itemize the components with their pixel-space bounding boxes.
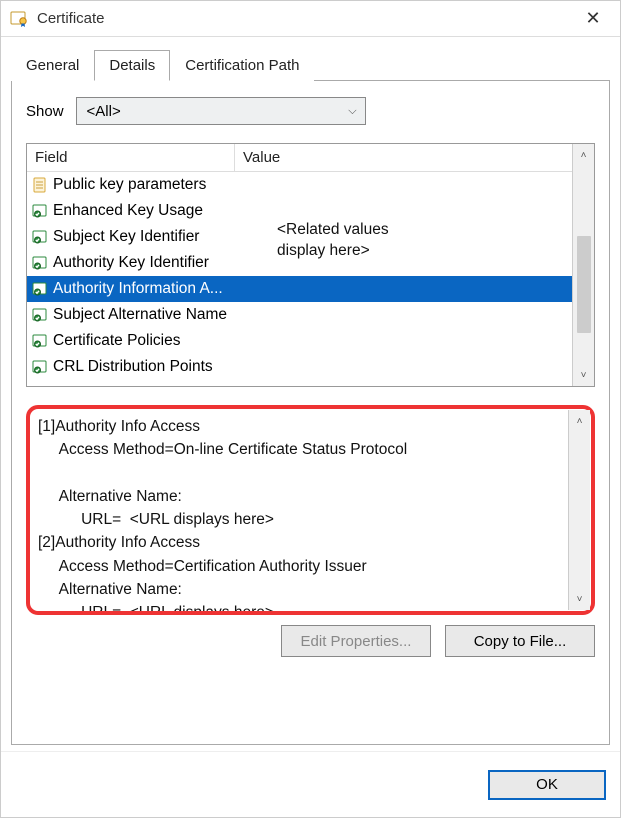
field-label: Authority Information A... (53, 280, 223, 298)
chevron-down-icon: ⌵ (348, 105, 356, 118)
field-list-content: Field Value <Related values display here… (27, 144, 572, 386)
tab-panel-details: Show <All> ⌵ Field Value <Related values (11, 81, 610, 745)
field-label: Authority Key Identifier (53, 254, 209, 272)
field-label: Subject Key Identifier (53, 228, 199, 246)
page-icon (31, 176, 49, 194)
extension-icon (31, 228, 49, 246)
detail-text-box: [1]Authority Info Access Access Method=O… (26, 405, 595, 615)
field-cell: Subject Key Identifier (27, 228, 235, 246)
detail-scrollbar[interactable]: ˄ ˅ (568, 410, 590, 610)
scroll-down-icon[interactable]: ˅ (573, 364, 594, 386)
field-label: Certificate Policies (53, 332, 181, 350)
dialog-body: General Details Certification Path Show … (1, 37, 620, 751)
field-row[interactable]: Certificate Policies (27, 328, 572, 354)
field-label: CRL Distribution Points (53, 358, 213, 376)
show-label: Show (26, 103, 64, 120)
dialog-footer: OK (1, 751, 620, 817)
column-header-value[interactable]: Value (235, 144, 572, 172)
field-row[interactable]: Subject Alternative Name (27, 302, 572, 328)
field-cell: Public key parameters (27, 176, 235, 194)
field-cell: Certificate Policies (27, 332, 235, 350)
field-label: Enhanced Key Usage (53, 202, 203, 220)
field-label: Public key parameters (53, 176, 206, 194)
scroll-thumb[interactable] (577, 236, 591, 333)
value-placeholder-l2: display here> (277, 241, 389, 262)
extension-icon (31, 202, 49, 220)
copy-to-file-button[interactable]: Copy to File... (445, 625, 595, 657)
field-label: Subject Alternative Name (53, 306, 227, 324)
show-dropdown-value: <All> (87, 103, 121, 120)
close-button[interactable]: ✕ (570, 1, 616, 37)
field-cell: Authority Key Identifier (27, 254, 235, 272)
detail-text[interactable]: [1]Authority Info Access Access Method=O… (30, 409, 567, 611)
field-cell: Subject Alternative Name (27, 306, 235, 324)
field-list-rows: <Related values display here> Public key… (27, 172, 572, 380)
field-row[interactable]: Authority Information A... (27, 276, 572, 302)
scroll-up-icon[interactable]: ˄ (573, 144, 594, 166)
show-dropdown[interactable]: <All> ⌵ (76, 97, 366, 125)
tab-general[interactable]: General (11, 50, 94, 81)
field-list-header: Field Value (27, 144, 572, 172)
column-header-field[interactable]: Field (27, 144, 235, 172)
field-cell: Enhanced Key Usage (27, 202, 235, 220)
titlebar: Certificate ✕ (1, 1, 620, 37)
tabstrip: General Details Certification Path (11, 49, 610, 81)
field-cell: Authority Information A... (27, 280, 235, 298)
value-placeholder-l1: <Related values (277, 220, 389, 241)
field-list-scrollbar[interactable]: ˄ ˅ (572, 144, 594, 386)
extension-icon (31, 306, 49, 324)
show-row: Show <All> ⌵ (26, 97, 595, 125)
certificate-icon (9, 9, 29, 29)
extension-icon (31, 254, 49, 272)
extension-icon (31, 332, 49, 350)
value-placeholder: <Related values display here> (277, 220, 389, 262)
field-row[interactable]: Public key parameters (27, 172, 572, 198)
field-list: Field Value <Related values display here… (26, 143, 595, 387)
certificate-dialog: Certificate ✕ General Details Certificat… (0, 0, 621, 818)
tab-details[interactable]: Details (94, 50, 170, 81)
edit-properties-button: Edit Properties... (281, 625, 431, 657)
scroll-up-icon[interactable]: ˄ (569, 410, 590, 432)
extension-icon (31, 280, 49, 298)
button-row: Edit Properties... Copy to File... (26, 625, 595, 657)
ok-button[interactable]: OK (488, 770, 606, 800)
window-title: Certificate (37, 10, 570, 27)
scroll-down-icon[interactable]: ˅ (569, 588, 590, 610)
tab-certification-path[interactable]: Certification Path (170, 50, 314, 81)
field-row[interactable]: CRL Distribution Points (27, 354, 572, 380)
field-cell: CRL Distribution Points (27, 358, 235, 376)
extension-icon (31, 358, 49, 376)
